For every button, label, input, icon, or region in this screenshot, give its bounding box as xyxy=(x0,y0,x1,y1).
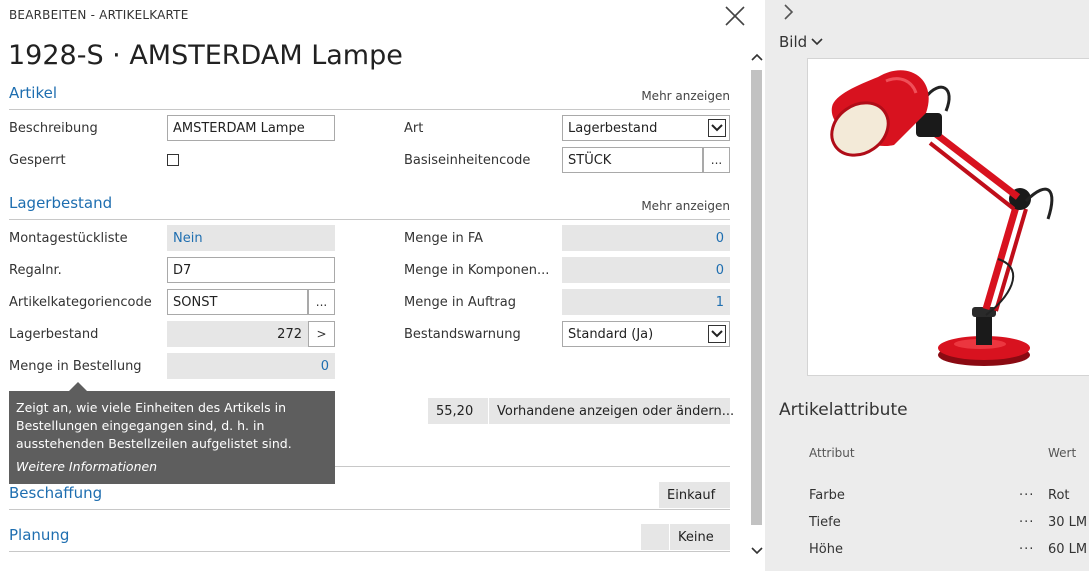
bestandswarnung-value: Standard (Ja) xyxy=(568,326,654,342)
attribute-row-label: Farbe xyxy=(809,488,845,503)
lagerbestand-label: Lagerbestand xyxy=(9,327,99,342)
attribute-row-value: 60 LM xyxy=(1048,542,1088,557)
page-breadcrumb: BEARBEITEN - ARTIKELKARTE xyxy=(9,8,189,22)
picture-label: Bild xyxy=(779,33,808,51)
gesperrt-label: Gesperrt xyxy=(9,153,66,168)
art-select[interactable]: Lagerbestand xyxy=(562,115,730,141)
beschaffung-value[interactable]: Einkauf xyxy=(659,482,730,508)
picture-menu[interactable]: Bild xyxy=(779,33,823,51)
art-label: Art xyxy=(404,121,424,136)
lagerbestand-show-more-link[interactable]: Mehr anzeigen xyxy=(641,199,730,213)
price-value: 55,20 xyxy=(428,398,488,424)
chevron-down-icon xyxy=(811,38,823,46)
section-artikel-title[interactable]: Artikel xyxy=(9,84,57,102)
item-picture xyxy=(807,58,1089,376)
attribute-row-value: Rot xyxy=(1048,488,1070,503)
collapse-factbox-button[interactable] xyxy=(781,3,795,21)
attribute-row-value: 30 LM xyxy=(1048,515,1088,530)
montage-label: Montagestückliste xyxy=(9,231,128,246)
kategorie-input[interactable]: SONST xyxy=(167,289,308,315)
lagerbestand-drilldown-button[interactable]: > xyxy=(308,321,335,347)
regal-input[interactable]: D7 xyxy=(167,257,335,283)
kategorie-lookup-button[interactable]: ... xyxy=(308,289,335,315)
bestellung-value[interactable]: 0 xyxy=(167,353,335,379)
tooltip-more-info-link[interactable]: Weitere Informationen xyxy=(16,459,328,474)
chevron-up-icon xyxy=(750,53,763,61)
basiseinheit-input[interactable]: STÜCK xyxy=(562,147,703,173)
chevron-down-icon xyxy=(708,119,726,137)
auftrag-value[interactable]: 1 xyxy=(562,289,730,315)
factbox-pane: Bild Artikelattribute Attribut Wert Farb… xyxy=(765,0,1089,571)
vertical-scrollbar[interactable] xyxy=(748,40,765,560)
planung-value[interactable]: Keine xyxy=(670,524,730,550)
page-title: 1928-S · AMSTERDAM Lampe xyxy=(8,40,403,71)
chevron-right-icon xyxy=(784,4,794,20)
item-card-panel: BEARBEITEN - ARTIKELKARTE 1928-S · AMSTE… xyxy=(0,0,748,571)
tooltip-arrow xyxy=(69,382,87,391)
basiseinheit-label: Basiseinheitencode xyxy=(404,153,531,168)
attribute-row-menu-button[interactable]: ··· xyxy=(1019,542,1034,557)
attribute-column-header: Attribut xyxy=(809,446,855,460)
section-divider xyxy=(335,466,730,467)
tooltip-text: Zeigt an, wie viele Einheiten des Artike… xyxy=(16,400,292,451)
desk-lamp-image xyxy=(830,70,1054,366)
beschreibung-label: Beschreibung xyxy=(9,121,98,136)
chevron-down-icon xyxy=(750,547,763,555)
section-beschaffung-title[interactable]: Beschaffung xyxy=(9,484,102,502)
bestellung-label: Menge in Bestellung xyxy=(9,359,142,374)
basiseinheit-lookup-button[interactable]: ... xyxy=(703,147,730,173)
chevron-down-icon xyxy=(708,325,726,343)
attribute-row-menu-button[interactable]: ··· xyxy=(1019,515,1034,530)
bestandswarnung-label: Bestandswarnung xyxy=(404,327,521,342)
show-or-change-button[interactable]: Vorhandene anzeigen oder ändern... xyxy=(489,398,734,424)
fa-value[interactable]: 0 xyxy=(562,225,730,251)
field-tooltip: Zeigt an, wie viele Einheiten des Artike… xyxy=(9,382,335,484)
section-lagerbestand-title[interactable]: Lagerbestand xyxy=(9,194,112,212)
lagerbestand-value: 272 xyxy=(167,321,308,347)
close-button[interactable] xyxy=(722,3,748,29)
artikel-show-more-link[interactable]: Mehr anzeigen xyxy=(641,89,730,103)
attribute-row-menu-button[interactable]: ··· xyxy=(1019,488,1034,503)
regal-label: Regalnr. xyxy=(9,263,62,278)
section-divider xyxy=(9,551,730,552)
komponenten-label: Menge in Komponen... xyxy=(404,263,550,278)
scroll-down-button[interactable] xyxy=(748,544,765,558)
bestandswarnung-select[interactable]: Standard (Ja) xyxy=(562,321,730,347)
scroll-up-button[interactable] xyxy=(748,50,765,64)
beschreibung-input[interactable]: AMSTERDAM Lampe xyxy=(167,115,335,141)
close-icon xyxy=(725,6,745,26)
attribute-row-label: Höhe xyxy=(809,542,843,557)
value-column-header: Wert xyxy=(1048,446,1077,460)
fa-label: Menge in FA xyxy=(404,231,483,246)
item-attributes-title: Artikelattribute xyxy=(779,400,908,420)
section-divider xyxy=(9,509,730,510)
montage-value[interactable]: Nein xyxy=(167,225,335,251)
section-divider xyxy=(9,109,730,110)
attribute-row-label: Tiefe xyxy=(809,515,841,530)
gesperrt-checkbox[interactable] xyxy=(167,154,179,166)
auftrag-label: Menge in Auftrag xyxy=(404,295,516,310)
section-divider xyxy=(9,219,730,220)
art-select-value: Lagerbestand xyxy=(568,120,658,136)
planung-spacer xyxy=(641,524,669,550)
scroll-thumb[interactable] xyxy=(751,70,762,525)
kategorie-label: Artikelkategoriencode xyxy=(9,295,152,310)
komponenten-value[interactable]: 0 xyxy=(562,257,730,283)
section-planung-title[interactable]: Planung xyxy=(9,526,69,544)
